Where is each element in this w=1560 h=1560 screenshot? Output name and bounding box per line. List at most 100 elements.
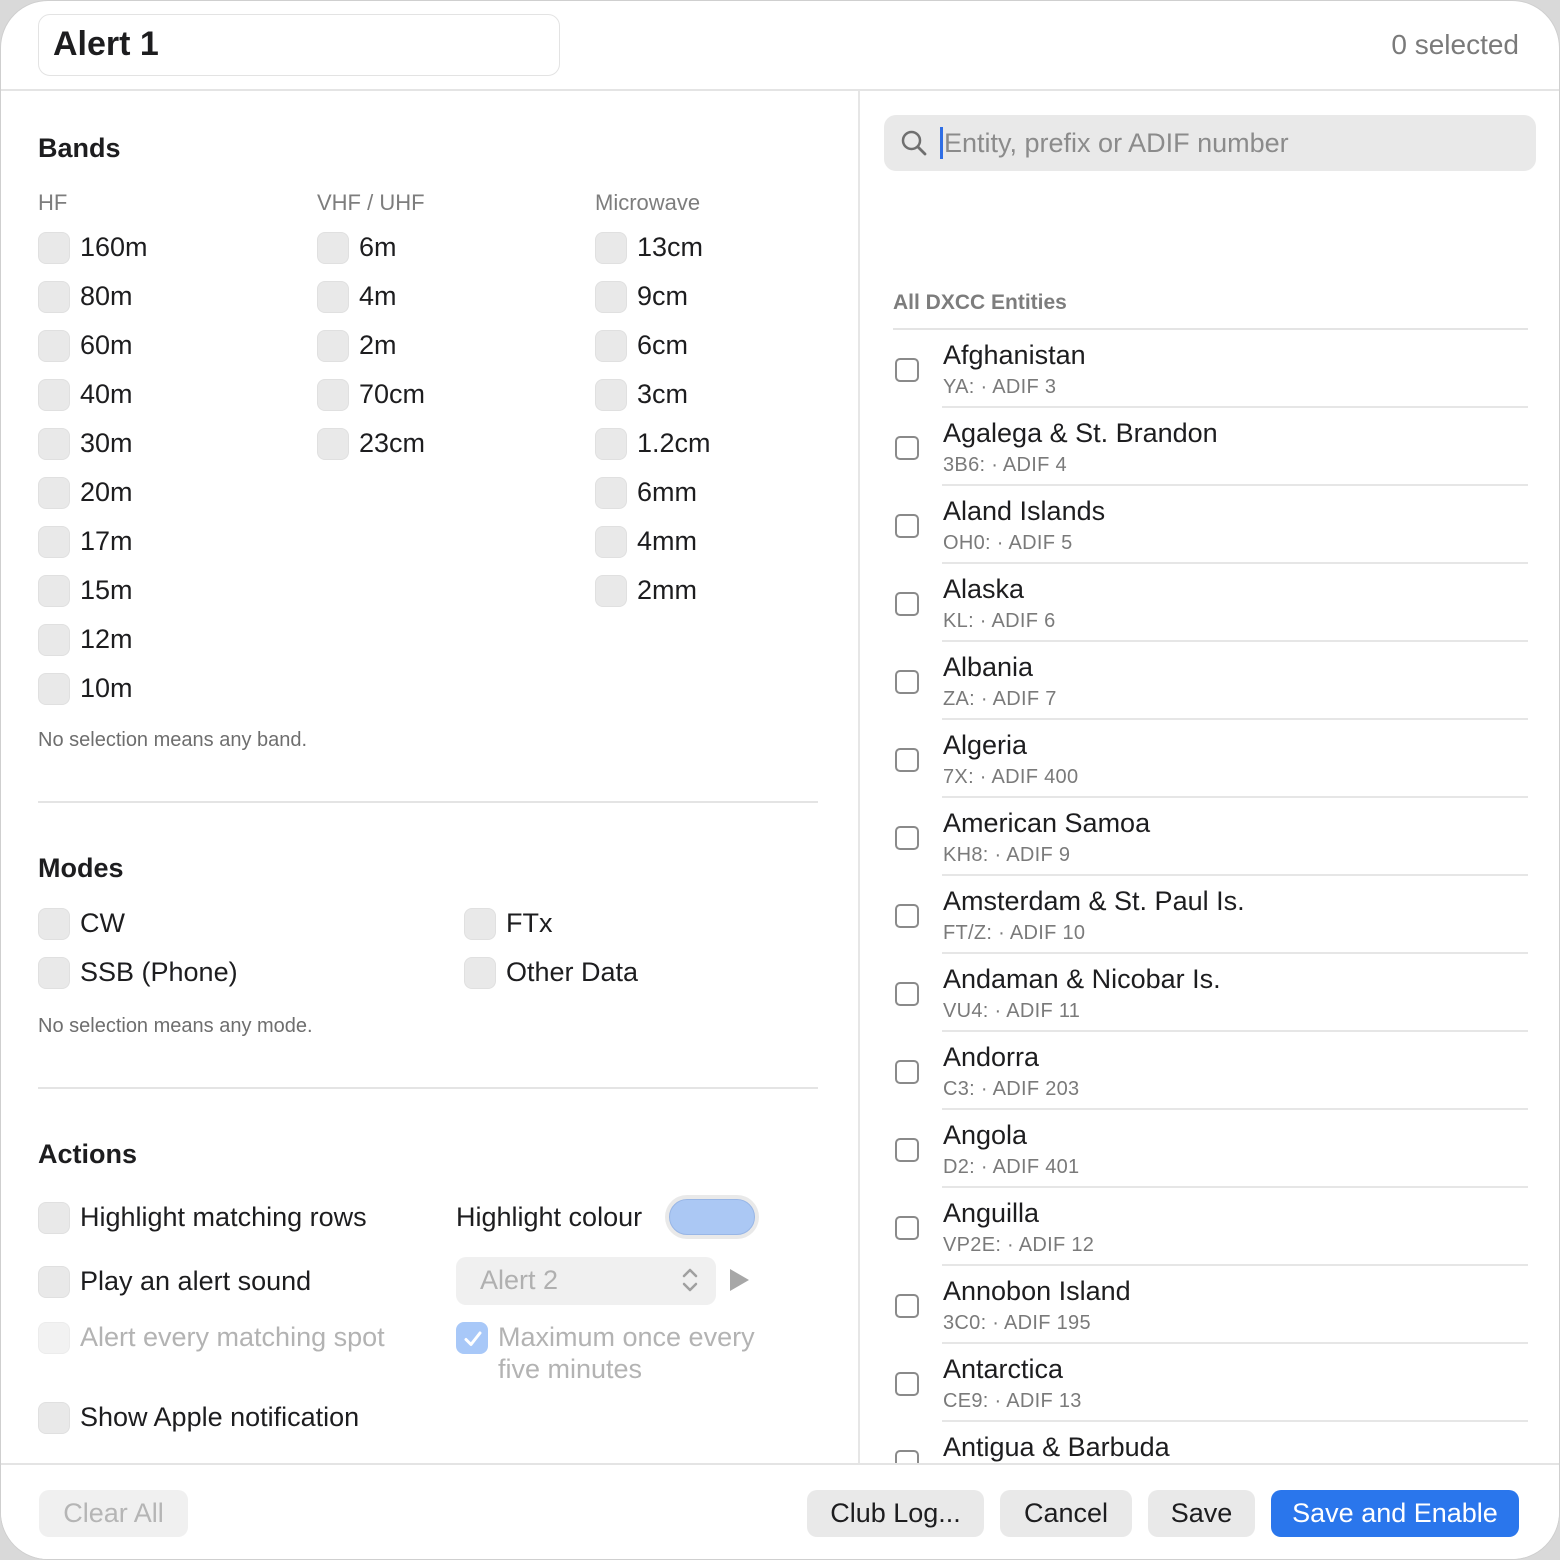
mode-checkbox-ftx[interactable] xyxy=(464,908,496,940)
entity-checkbox[interactable] xyxy=(895,904,919,928)
band-label: 6m xyxy=(359,232,397,262)
band-checkbox[interactable] xyxy=(317,428,349,460)
entity-prefix-adif: KL: · ADIF 6 xyxy=(943,610,1056,632)
entity-row[interactable]: Andaman & Nicobar Is. VU4: · ADIF 11 xyxy=(884,954,1544,1032)
entity-checkbox[interactable] xyxy=(895,826,919,850)
cancel-button[interactable]: Cancel xyxy=(1000,1490,1132,1537)
band-label: 2m xyxy=(359,330,397,360)
highlight-rows-checkbox[interactable] xyxy=(38,1202,70,1234)
band-checkbox[interactable] xyxy=(595,428,627,460)
sound-select[interactable]: Alert 2 xyxy=(456,1257,716,1305)
band-checkbox[interactable] xyxy=(38,477,70,509)
band-label: 15m xyxy=(80,575,133,605)
entity-row[interactable]: Aland Islands OH0: · ADIF 5 xyxy=(884,486,1544,564)
alert-every-checkbox[interactable] xyxy=(38,1322,70,1354)
entity-row[interactable]: Afghanistan YA: · ADIF 3 xyxy=(884,330,1544,408)
pane-divider xyxy=(858,91,860,1463)
highlight-colour-well[interactable] xyxy=(665,1195,759,1239)
save-button[interactable]: Save xyxy=(1148,1490,1255,1537)
mode-checkbox-cw[interactable] xyxy=(38,908,70,940)
mode-checkbox-other-data[interactable] xyxy=(464,957,496,989)
entity-name: Afghanistan xyxy=(943,340,1086,370)
entity-row[interactable]: Amsterdam & St. Paul Is. FT/Z: · ADIF 10 xyxy=(884,876,1544,954)
band-checkbox[interactable] xyxy=(595,575,627,607)
bands-hint: No selection means any band. xyxy=(38,729,308,751)
entity-checkbox[interactable] xyxy=(895,592,919,616)
entity-row[interactable]: Angola D2: · ADIF 401 xyxy=(884,1110,1544,1188)
alert-name-field[interactable]: Alert 1 xyxy=(38,14,560,76)
band-label: 2mm xyxy=(637,575,697,605)
play-icon[interactable] xyxy=(730,1269,749,1291)
band-label: 4mm xyxy=(637,526,697,556)
entity-checkbox[interactable] xyxy=(895,748,919,772)
band-checkbox[interactable] xyxy=(317,232,349,264)
apple-notification-checkbox[interactable] xyxy=(38,1402,70,1434)
entity-checkbox[interactable] xyxy=(895,358,919,382)
band-checkbox[interactable] xyxy=(38,526,70,558)
band-checkbox[interactable] xyxy=(595,477,627,509)
entity-row[interactable]: Agalega & St. Brandon 3B6: · ADIF 4 xyxy=(884,408,1544,486)
entity-row[interactable]: American Samoa KH8: · ADIF 9 xyxy=(884,798,1544,876)
band-checkbox[interactable] xyxy=(317,330,349,362)
entity-row[interactable]: Andorra C3: · ADIF 203 xyxy=(884,1032,1544,1110)
play-sound-checkbox[interactable] xyxy=(38,1266,70,1298)
entity-name: Aland Islands xyxy=(943,496,1106,526)
band-checkbox[interactable] xyxy=(317,281,349,313)
entity-checkbox[interactable] xyxy=(895,1294,919,1318)
club-log-button[interactable]: Club Log... xyxy=(807,1490,984,1537)
entity-checkbox[interactable] xyxy=(895,1450,919,1463)
alert-every-label: Alert every matching spot xyxy=(80,1322,385,1352)
band-label: 23cm xyxy=(359,428,426,458)
band-checkbox[interactable] xyxy=(38,673,70,705)
entity-row[interactable]: Algeria 7X: · ADIF 400 xyxy=(884,720,1544,798)
entity-name: Andaman & Nicobar Is. xyxy=(943,964,1221,994)
clear-all-button[interactable]: Clear All xyxy=(39,1490,188,1537)
entity-prefix-adif: YA: · ADIF 3 xyxy=(943,376,1057,398)
entity-prefix-adif: 7X: · ADIF 400 xyxy=(943,766,1079,788)
entity-checkbox[interactable] xyxy=(895,514,919,538)
mode-checkbox-ssb[interactable] xyxy=(38,957,70,989)
entity-prefix-adif: OH0: · ADIF 5 xyxy=(943,532,1073,554)
band-checkbox[interactable] xyxy=(38,624,70,656)
band-checkbox[interactable] xyxy=(38,330,70,362)
entity-row[interactable]: Antigua & Barbuda xyxy=(884,1422,1544,1463)
entity-prefix-adif: C3: · ADIF 203 xyxy=(943,1078,1080,1100)
entity-row[interactable]: Antarctica CE9: · ADIF 13 xyxy=(884,1344,1544,1422)
band-checkbox[interactable] xyxy=(595,379,627,411)
entity-row[interactable]: Albania ZA: · ADIF 7 xyxy=(884,642,1544,720)
band-label: 20m xyxy=(80,477,133,507)
entity-checkbox[interactable] xyxy=(895,1060,919,1084)
entity-checkbox[interactable] xyxy=(895,436,919,460)
max-once-label-line1: Maximum once every xyxy=(498,1322,755,1352)
entity-checkbox[interactable] xyxy=(895,982,919,1006)
entity-search-input[interactable] xyxy=(944,123,1524,163)
entity-checkbox[interactable] xyxy=(895,1216,919,1240)
entity-search-bar[interactable] xyxy=(884,115,1536,171)
band-checkbox[interactable] xyxy=(38,232,70,264)
entity-checkbox[interactable] xyxy=(895,670,919,694)
entity-checkbox[interactable] xyxy=(895,1372,919,1396)
entity-row[interactable]: Anguilla VP2E: · ADIF 12 xyxy=(884,1188,1544,1266)
entity-row[interactable]: Alaska KL: · ADIF 6 xyxy=(884,564,1544,642)
entity-name: Antigua & Barbuda xyxy=(943,1432,1170,1462)
entity-row[interactable]: Annobon Island 3C0: · ADIF 195 xyxy=(884,1266,1544,1344)
entity-name: Annobon Island xyxy=(943,1276,1131,1306)
band-checkbox[interactable] xyxy=(595,330,627,362)
entity-checkbox[interactable] xyxy=(895,1138,919,1162)
band-checkbox[interactable] xyxy=(38,575,70,607)
band-label: 40m xyxy=(80,379,133,409)
band-checkbox[interactable] xyxy=(38,428,70,460)
band-checkbox[interactable] xyxy=(595,281,627,313)
entity-list-heading: All DXCC Entities xyxy=(893,291,1067,314)
band-checkbox[interactable] xyxy=(38,379,70,411)
divider xyxy=(38,1087,818,1089)
save-and-enable-button[interactable]: Save and Enable xyxy=(1271,1490,1519,1537)
entity-list[interactable]: Afghanistan YA: · ADIF 3 Agalega & St. Bra… xyxy=(884,330,1544,1463)
band-checkbox[interactable] xyxy=(317,379,349,411)
band-checkbox[interactable] xyxy=(595,526,627,558)
band-checkbox[interactable] xyxy=(595,232,627,264)
band-label: 17m xyxy=(80,526,133,556)
band-checkbox[interactable] xyxy=(38,281,70,313)
entity-name: Amsterdam & St. Paul Is. xyxy=(943,886,1245,916)
max-once-checkbox[interactable] xyxy=(456,1322,488,1354)
